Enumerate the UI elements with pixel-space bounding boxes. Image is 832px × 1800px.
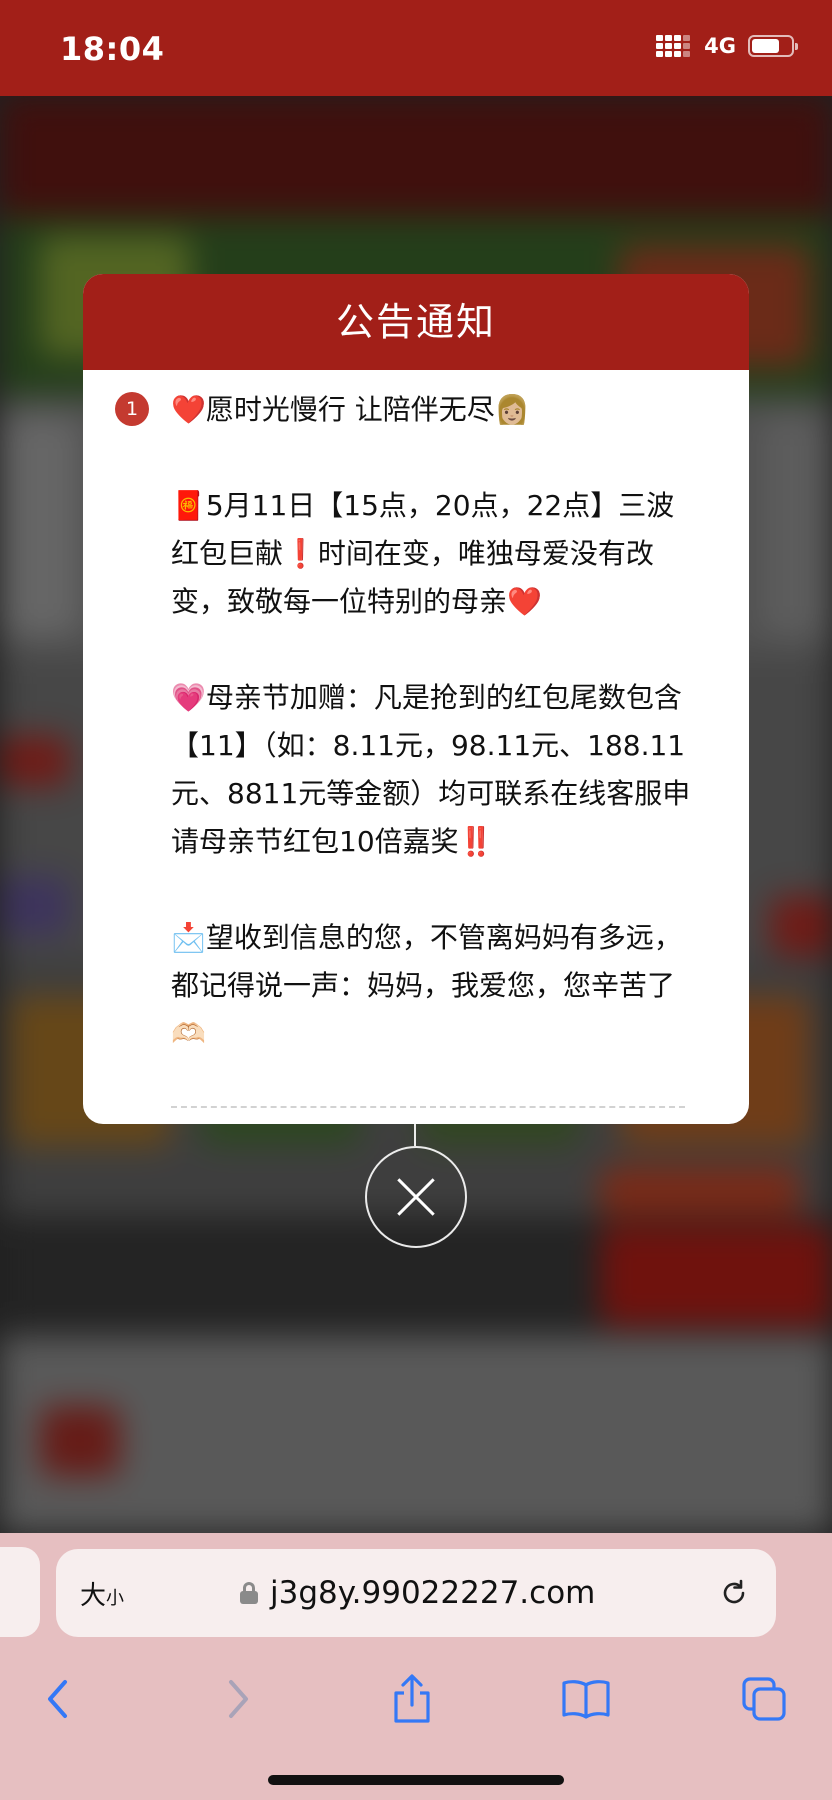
network-type: 4G <box>704 34 736 58</box>
previous-tab-card[interactable] <box>0 1547 40 1637</box>
url-text[interactable]: j3g8y.99022227.com <box>270 1575 595 1611</box>
browser-toolbar <box>0 1669 832 1749</box>
forward-icon[interactable] <box>208 1669 268 1729</box>
status-time: 18:04 <box>60 30 165 68</box>
share-icon[interactable] <box>382 1669 442 1729</box>
modal-body: 1 ❤️愿时光慢行 让陪伴无尽👩🏼 🧧5月11日【15点，20点，22点】三波红… <box>83 370 749 1108</box>
close-icon[interactable] <box>365 1146 467 1248</box>
notice-paragraph: 💗母亲节加赠：凡是抢到的红包尾数包含【11】（如：8.11元，98.11元、18… <box>171 681 691 858</box>
signal-icon <box>656 35 692 57</box>
lock-icon <box>240 1582 258 1604</box>
text-size-button[interactable]: 大小 <box>80 1575 124 1612</box>
status-indicators: 4G <box>656 34 798 58</box>
notice-paragraph: 📩望收到信息的您，不管离妈妈有多远，都记得说一声：妈妈，我爱您，您辛苦了🫶🏻 <box>171 921 682 1050</box>
address-bar[interactable]: 大小 j3g8y.99022227.com <box>56 1549 776 1637</box>
announcement-modal: 公告通知 1 ❤️愿时光慢行 让陪伴无尽👩🏼 🧧5月11日【15点，20点，22… <box>83 274 749 1124</box>
home-indicator <box>268 1775 564 1785</box>
bookmarks-icon[interactable] <box>556 1669 616 1729</box>
notice-paragraph: ❤️愿时光慢行 让陪伴无尽👩🏼 <box>171 393 530 426</box>
reload-icon[interactable] <box>718 1577 750 1609</box>
notice-index-badge: 1 <box>115 392 149 426</box>
back-icon[interactable] <box>28 1669 88 1729</box>
notice-divider <box>171 1106 685 1108</box>
status-bar: 18:04 4G <box>0 0 832 96</box>
modal-title: 公告通知 <box>335 300 496 344</box>
modal-header: 公告通知 <box>83 274 749 370</box>
browser-bottom-bar: 大小 j3g8y.99022227.com <box>0 1533 832 1800</box>
tabs-icon[interactable] <box>734 1669 794 1729</box>
close-connector <box>414 1124 416 1146</box>
notice-paragraph: 🧧5月11日【15点，20点，22点】三波红包巨献❗时间在变，唯独母爱没有改变，… <box>171 489 675 618</box>
battery-icon <box>748 35 798 57</box>
url-group[interactable]: j3g8y.99022227.com <box>240 1549 595 1637</box>
